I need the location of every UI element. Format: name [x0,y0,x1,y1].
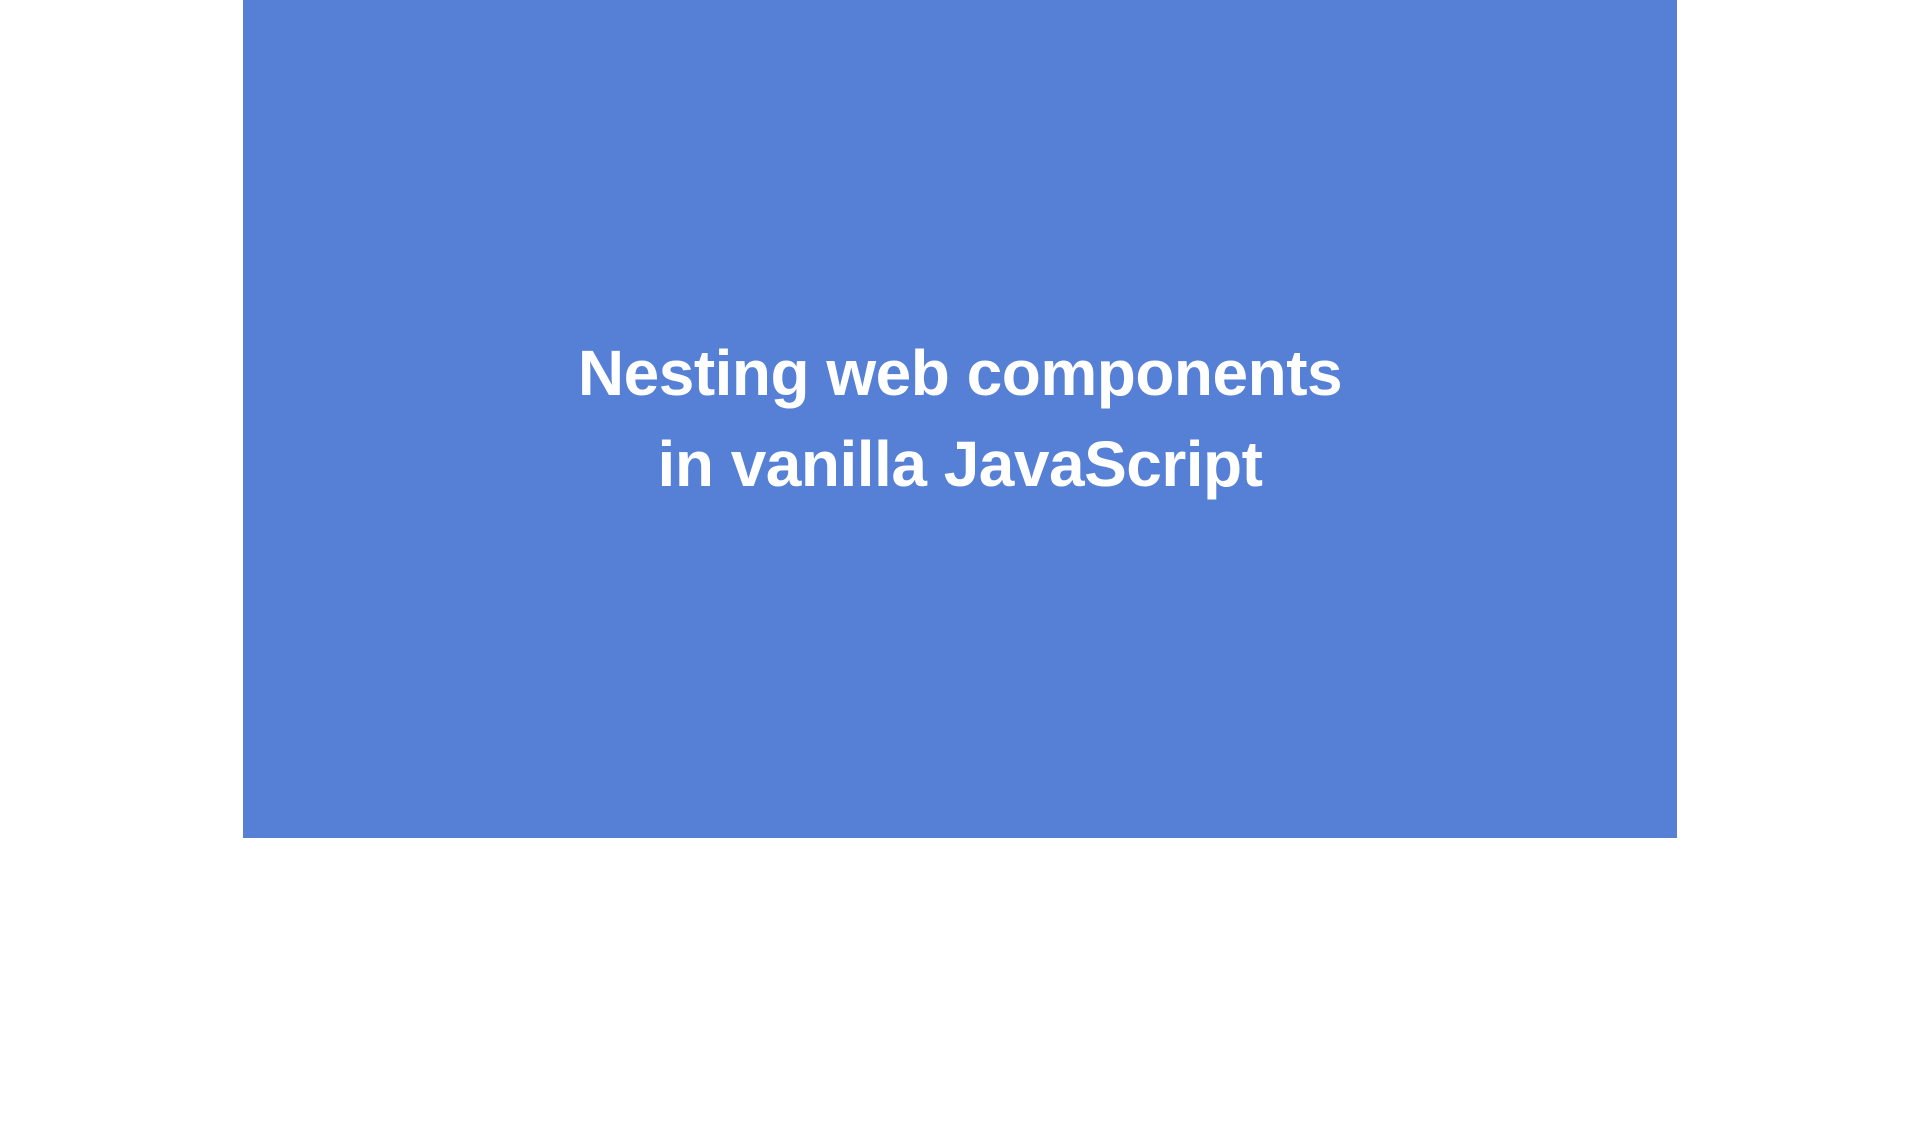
title-line-2: in vanilla JavaScript [578,419,1342,510]
slide-title: Nesting web components in vanilla JavaSc… [578,328,1342,510]
slide-container: Nesting web components in vanilla JavaSc… [243,0,1677,838]
title-line-1: Nesting web components [578,328,1342,419]
